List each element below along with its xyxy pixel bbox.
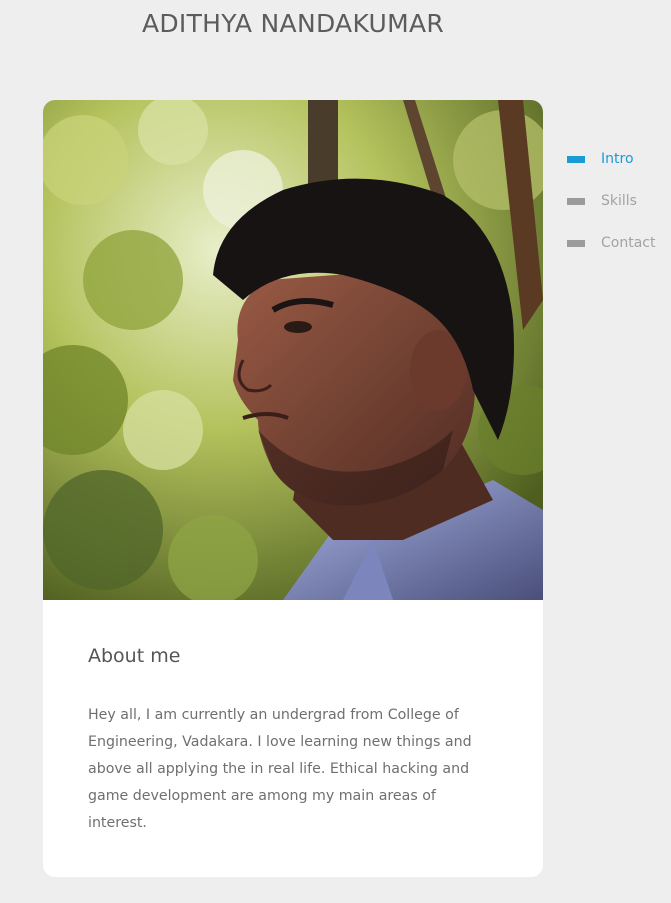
nav-item-label: Skills bbox=[601, 193, 637, 209]
nav-marker-icon bbox=[567, 155, 585, 163]
nav-marker-icon bbox=[567, 239, 585, 247]
nav-item-contact[interactable]: Contact bbox=[567, 230, 655, 256]
nav-item-label: Contact bbox=[601, 235, 656, 251]
nav-item-label: Intro bbox=[601, 151, 634, 167]
nav-item-intro[interactable]: Intro bbox=[567, 146, 655, 172]
site-title: ADITHYA NANDAKUMAR bbox=[141, 9, 445, 38]
about-card: About me Hey all, I am currently an unde… bbox=[43, 100, 543, 877]
side-navigation: Intro Skills Contact bbox=[567, 146, 655, 272]
about-heading: About me bbox=[88, 645, 181, 667]
profile-photo bbox=[43, 100, 543, 600]
nav-item-skills[interactable]: Skills bbox=[567, 188, 655, 214]
nav-marker-icon bbox=[567, 197, 585, 205]
about-paragraph: Hey all, I am currently an undergrad fro… bbox=[88, 707, 472, 831]
